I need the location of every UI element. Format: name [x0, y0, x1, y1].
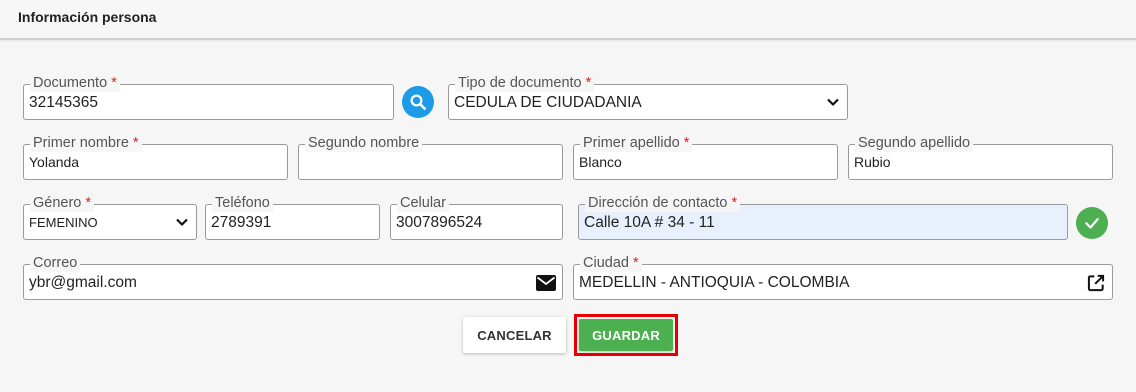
- cancel-button[interactable]: CANCELAR: [463, 317, 566, 353]
- segundo-apellido-label: Segundo apellido: [855, 134, 974, 152]
- documento-field[interactable]: Documento * 32145365: [23, 74, 394, 120]
- primer-nombre-field[interactable]: Primer nombre * Yolanda: [23, 134, 288, 180]
- correo-label: Correo: [30, 254, 81, 272]
- segundo-apellido-value: Rubio: [854, 154, 891, 170]
- primer-nombre-value: Yolanda: [29, 154, 80, 170]
- search-button[interactable]: [402, 86, 434, 118]
- save-button-highlight: GUARDAR: [574, 314, 678, 356]
- primer-nombre-label: Primer nombre *: [30, 134, 142, 152]
- search-icon: [410, 94, 427, 111]
- celular-label: Celular: [397, 194, 449, 212]
- envelope-icon: [536, 275, 556, 291]
- telefono-label: Teléfono: [212, 194, 273, 212]
- check-circle-icon: [1085, 218, 1099, 229]
- correo-value: ybr@gmail.com: [29, 274, 137, 291]
- genero-select[interactable]: Género * FEMENINO: [23, 194, 197, 240]
- primer-apellido-label: Primer apellido *: [580, 134, 693, 152]
- celular-value: 3007896524: [396, 214, 483, 231]
- chevron-down-icon: [827, 98, 839, 107]
- correo-field[interactable]: Correo ybr@gmail.com: [23, 254, 563, 300]
- celular-field[interactable]: Celular 3007896524: [390, 194, 563, 240]
- tipo-documento-value: CEDULA DE CIUDADANIA: [454, 94, 642, 111]
- ciudad-label: Ciudad *: [580, 254, 642, 272]
- direccion-field[interactable]: Dirección de contacto * Calle 10A # 34 -…: [578, 194, 1068, 240]
- section-header: Información persona: [0, 0, 1136, 40]
- genero-label: Género *: [30, 194, 95, 212]
- primer-apellido-value: Blanco: [579, 154, 622, 170]
- direccion-value: Calle 10A # 34 - 11: [584, 214, 715, 231]
- segundo-apellido-field[interactable]: Segundo apellido Rubio: [848, 134, 1113, 180]
- telefono-value: 2789391: [211, 214, 272, 231]
- save-button[interactable]: GUARDAR: [579, 319, 673, 351]
- tipo-documento-select[interactable]: Tipo de documento * CEDULA DE CIUDADANIA: [448, 74, 848, 120]
- genero-value: FEMENINO: [29, 215, 98, 230]
- segundo-nombre-label: Segundo nombre: [305, 134, 423, 152]
- direccion-label: Dirección de contacto *: [585, 194, 741, 212]
- address-confirm-button[interactable]: [1076, 207, 1108, 239]
- segundo-nombre-field[interactable]: Segundo nombre: [298, 134, 563, 180]
- chevron-down-icon: [176, 218, 188, 227]
- documento-label: Documento *: [30, 74, 120, 92]
- documento-value: 32145365: [29, 94, 98, 111]
- ciudad-field[interactable]: Ciudad * MEDELLIN - ANTIOQUIA - COLOMBIA: [573, 254, 1113, 300]
- telefono-field[interactable]: Teléfono 2789391: [205, 194, 380, 240]
- external-link-icon[interactable]: [1086, 273, 1106, 293]
- ciudad-value: MEDELLIN - ANTIOQUIA - COLOMBIA: [579, 274, 850, 291]
- primer-apellido-field[interactable]: Primer apellido * Blanco: [573, 134, 838, 180]
- tipo-documento-label: Tipo de documento *: [455, 74, 595, 92]
- section-title: Información persona: [18, 9, 157, 25]
